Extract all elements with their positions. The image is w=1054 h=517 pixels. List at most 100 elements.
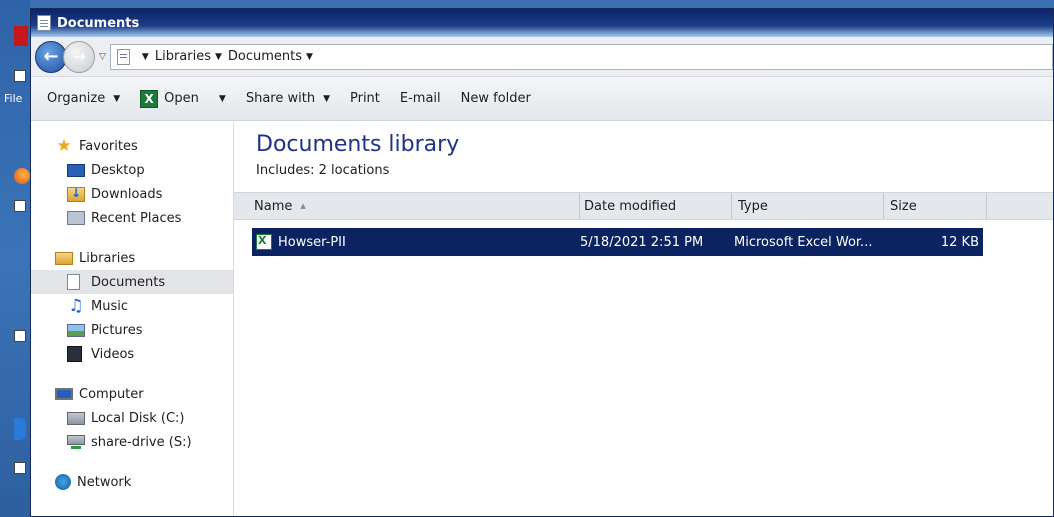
nav-computer[interactable]: Computer [31, 382, 233, 406]
sort-ascending-icon: ▲ [300, 202, 306, 210]
nav-label: Computer [79, 386, 144, 402]
nav-network[interactable]: Network [31, 470, 233, 494]
nav-share-drive[interactable]: share-drive (S:) [31, 430, 233, 454]
nav-label: Pictures [91, 322, 143, 338]
open-button[interactable]: X Open ▼ [140, 89, 226, 108]
nav-label: Favorites [79, 138, 138, 154]
file-name-cell: Howser-PII [252, 234, 580, 250]
document-icon [67, 274, 80, 290]
address-bar[interactable]: ▼ Libraries ▼ Documents ▼ [109, 43, 1053, 70]
nav-pictures[interactable]: Pictures [31, 318, 233, 342]
library-title: Documents library [256, 132, 460, 157]
desktop-icon-label[interactable]: File [4, 92, 22, 105]
shortcut-arrow-icon [14, 70, 26, 82]
chevron-down-icon[interactable]: ▼ [219, 94, 226, 104]
nav-local-disk[interactable]: Local Disk (C:) [31, 406, 233, 430]
hard-disk-icon [67, 411, 85, 425]
file-list-pane: Documents library Includes: 2 locations … [234, 122, 1053, 516]
documents-icon [37, 15, 51, 31]
navigation-pane: ★ Favorites Desktop Downloads Recent Pla… [31, 122, 234, 516]
shortcut-arrow-icon [14, 200, 26, 212]
column-label: Name [254, 198, 293, 214]
forward-arrow-icon: → [72, 47, 86, 66]
new-folder-button[interactable]: New folder [461, 91, 531, 106]
nav-music[interactable]: ♫ Music [31, 294, 233, 318]
window-title: Documents [57, 15, 140, 31]
music-icon: ♫ [68, 296, 84, 316]
nav-label: Local Disk (C:) [91, 410, 185, 426]
computer-icon [55, 388, 73, 400]
column-header-row: Name ▲ Date modified Type Size [234, 192, 1053, 220]
column-header-date-modified[interactable]: Date modified [580, 193, 732, 219]
organize-button[interactable]: Organize ▼ [47, 91, 120, 106]
chevron-down-icon[interactable]: ▼ [215, 52, 222, 62]
title-bar[interactable]: Documents [31, 9, 1053, 37]
firefox-icon[interactable] [14, 168, 30, 184]
nav-label: Recent Places [91, 210, 182, 226]
column-header-name[interactable]: Name ▲ [234, 193, 580, 219]
chevron-down-icon: ▼ [323, 93, 330, 104]
libraries-icon [55, 251, 73, 265]
libraries-group: Libraries Documents ♫ Music Pictures Vid… [31, 246, 233, 366]
shortcut-arrow-icon [14, 330, 26, 342]
nav-videos[interactable]: Videos [31, 342, 233, 366]
favorites-group: ★ Favorites Desktop Downloads Recent Pla… [31, 134, 233, 230]
nav-label: Desktop [91, 162, 145, 178]
file-row[interactable]: Howser-PII 5/18/2021 2:51 PM Microsoft E… [252, 228, 983, 256]
command-bar: Organize ▼ X Open ▼ Share with ▼ Print E… [31, 77, 1053, 121]
print-button[interactable]: Print [350, 91, 380, 106]
chevron-down-icon[interactable]: ▼ [142, 52, 149, 62]
excel-icon: X [140, 89, 159, 108]
includes-label: Includes: [256, 163, 315, 178]
desktop-app-icon-2[interactable] [14, 418, 26, 440]
chevron-down-icon: ▼ [113, 93, 121, 104]
shortcut-arrow-icon [14, 462, 26, 474]
desktop-app-icon[interactable] [14, 26, 28, 46]
address-bar-row: ← → ▽ ▼ Libraries ▼ Documents ▼ [31, 37, 1053, 77]
network-drive-icon [67, 435, 85, 449]
recent-pages-dropdown[interactable]: ▽ [99, 52, 106, 62]
new-folder-label: New folder [460, 91, 531, 106]
recent-places-icon [67, 211, 85, 225]
desktop-icon [67, 163, 85, 177]
file-name: Howser-PII [278, 234, 346, 250]
email-label: E-mail [399, 91, 441, 106]
column-header-type[interactable]: Type [732, 193, 884, 219]
nav-recent-places[interactable]: Recent Places [31, 206, 233, 230]
column-label: Size [890, 198, 917, 214]
share-with-label: Share with [245, 91, 316, 106]
library-includes: Includes: 2 locations [256, 163, 389, 178]
explorer-window: Documents ← → ▽ ▼ Libraries ▼ Documents … [30, 8, 1054, 517]
nav-label: Documents [91, 274, 166, 290]
nav-label: Videos [91, 346, 135, 362]
column-header-size[interactable]: Size [884, 193, 987, 219]
nav-label: share-drive (S:) [91, 434, 192, 450]
open-label: Open [164, 91, 199, 106]
nav-label: Music [91, 298, 128, 314]
nav-label: Network [77, 474, 132, 490]
breadcrumb-libraries[interactable]: Libraries [155, 49, 211, 64]
print-label: Print [349, 91, 380, 106]
nav-documents[interactable]: Documents [31, 270, 233, 294]
chevron-down-icon[interactable]: ▼ [306, 52, 313, 62]
computer-group: Computer Local Disk (C:) share-drive (S:… [31, 382, 233, 454]
explorer-body: ★ Favorites Desktop Downloads Recent Pla… [31, 122, 1053, 516]
share-with-button[interactable]: Share with ▼ [246, 91, 330, 106]
column-label: Date modified [584, 198, 677, 214]
column-label: Type [738, 198, 768, 214]
forward-button[interactable]: → [63, 40, 95, 73]
file-size: 12 KB [940, 234, 979, 250]
breadcrumb-documents[interactable]: Documents [228, 49, 302, 64]
includes-locations-link[interactable]: 2 locations [319, 163, 390, 178]
file-date-modified: 5/18/2021 2:51 PM [580, 234, 704, 250]
back-arrow-icon: ← [43, 46, 59, 67]
email-button[interactable]: E-mail [400, 91, 441, 106]
nav-label: Libraries [79, 250, 136, 266]
nav-libraries[interactable]: Libraries [31, 246, 233, 270]
nav-downloads[interactable]: Downloads [31, 182, 233, 206]
nav-favorites[interactable]: ★ Favorites [31, 134, 233, 158]
nav-desktop[interactable]: Desktop [31, 158, 233, 182]
nav-label: Downloads [91, 186, 163, 202]
network-icon [55, 474, 71, 490]
network-group: Network [31, 470, 233, 494]
